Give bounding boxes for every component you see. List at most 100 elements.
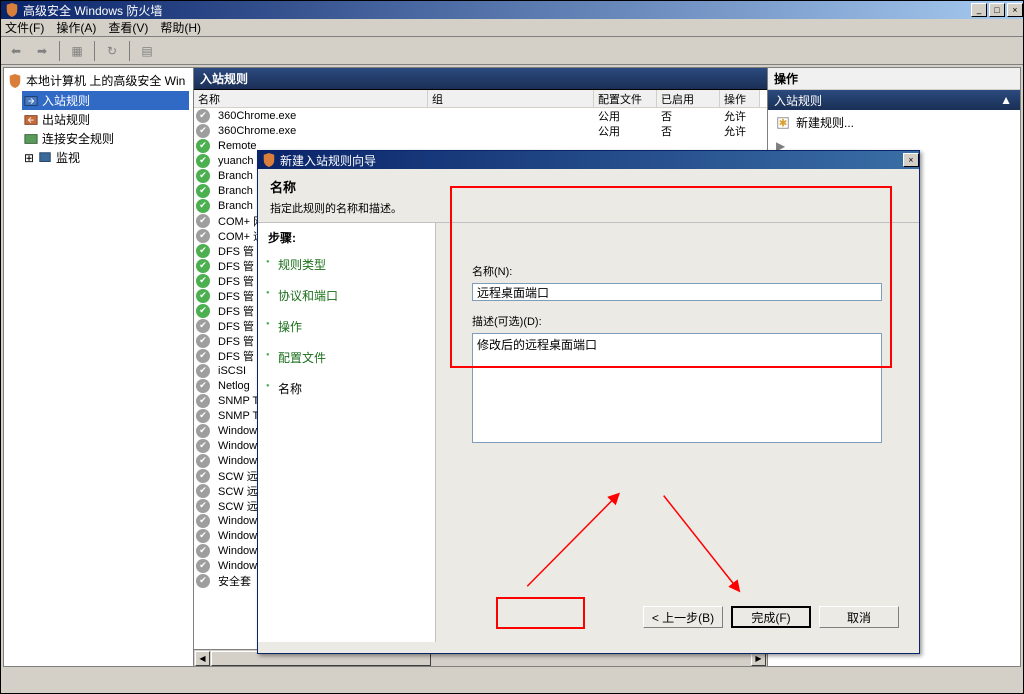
cell-enabled: 否 — [657, 108, 720, 124]
status-icon: ✔ — [196, 379, 210, 393]
status-icon: ✔ — [196, 364, 210, 378]
step-action[interactable]: 操作 — [268, 318, 425, 335]
tree-label: 出站规则 — [42, 111, 90, 128]
status-icon: ✔ — [196, 454, 210, 468]
status-icon: ✔ — [196, 499, 210, 513]
tree-label: 监视 — [56, 149, 80, 166]
col-name[interactable]: 名称 — [194, 90, 428, 107]
step-protocol-port[interactable]: 协议和端口 — [268, 287, 425, 304]
maximize-button[interactable]: □ — [989, 3, 1005, 17]
step-name[interactable]: 名称 — [268, 380, 425, 397]
status-icon: ✔ — [196, 529, 210, 543]
status-icon: ✔ — [196, 319, 210, 333]
wizard-dialog: 新建入站规则向导 × 名称 指定此规则的名称和描述。 步骤: 规则类型 协议和端… — [257, 150, 920, 654]
tree-inbound[interactable]: 入站规则 — [22, 91, 189, 110]
menu-help[interactable]: 帮助(H) — [160, 19, 201, 36]
forward-button[interactable]: ➡ — [31, 40, 53, 62]
close-button[interactable]: × — [1007, 3, 1023, 17]
status-icon: ✔ — [196, 304, 210, 318]
status-icon: ✔ — [196, 514, 210, 528]
separator — [59, 41, 60, 61]
wizard-icon — [262, 153, 276, 167]
col-group[interactable]: 组 — [428, 90, 594, 107]
toolbar-button[interactable]: ▦ — [66, 40, 88, 62]
status-icon: ✔ — [196, 334, 210, 348]
tree-root[interactable]: 本地计算机 上的高级安全 Win — [8, 72, 189, 89]
tree-label: 入站规则 — [42, 92, 90, 109]
status-icon: ✔ — [196, 289, 210, 303]
status-icon: ✔ — [196, 244, 210, 258]
list-header: 入站规则 — [194, 68, 767, 90]
col-profile[interactable]: 配置文件 — [594, 90, 657, 107]
status-icon: ✔ — [196, 169, 210, 183]
scroll-left-icon[interactable]: ◀ — [195, 651, 210, 666]
collapse-icon[interactable]: ▲ — [1000, 93, 1020, 107]
cancel-button[interactable]: 取消 — [819, 606, 899, 628]
cell-name: 360Chrome.exe — [214, 125, 428, 137]
separator — [129, 41, 130, 61]
status-icon: ✔ — [196, 229, 210, 243]
tree-monitor[interactable]: ⊞ 监视 — [22, 148, 189, 167]
status-icon: ✔ — [196, 559, 210, 573]
status-icon: ✔ — [196, 424, 210, 438]
cell-action: 允许 — [720, 108, 760, 124]
tree-outbound[interactable]: 出站规则 — [22, 110, 189, 129]
wizard-close-button[interactable]: × — [903, 153, 919, 167]
back-button[interactable]: < 上一步(B) — [643, 606, 723, 628]
status-icon: ✔ — [196, 574, 210, 588]
refresh-button[interactable]: ↻ — [101, 40, 123, 62]
cell-profile: 公用 — [594, 123, 657, 139]
col-enabled[interactable]: 已启用 — [657, 90, 720, 107]
status-icon: ✔ — [196, 214, 210, 228]
status-icon: ✔ — [196, 139, 210, 153]
status-icon: ✔ — [196, 439, 210, 453]
col-action[interactable]: 操作 — [720, 90, 760, 107]
list-columns: 名称 组 配置文件 已启用 操作 — [194, 90, 767, 108]
expand-icon[interactable]: ⊞ — [24, 151, 34, 165]
cell-action: 允许 — [720, 123, 760, 139]
menu-view[interactable]: 查看(V) — [108, 19, 148, 36]
step-profile[interactable]: 配置文件 — [268, 349, 425, 366]
step-rule-type[interactable]: 规则类型 — [268, 256, 425, 273]
wizard-titlebar: 新建入站规则向导 × — [258, 151, 919, 169]
status-icon: ✔ — [196, 469, 210, 483]
status-icon: ✔ — [196, 259, 210, 273]
window-controls: _ □ × — [969, 3, 1023, 17]
status-icon: ✔ — [196, 394, 210, 408]
tree-children: 入站规则 出站规则 连接安全规则 ⊞ 监视 — [22, 91, 189, 167]
table-row[interactable]: ✔ 360Chrome.exe 公用否允许 — [194, 123, 767, 138]
cell-enabled: 否 — [657, 123, 720, 139]
table-row[interactable]: ✔360Chrome.exe公用否允许 — [194, 108, 767, 123]
wizard-title: 新建入站规则向导 — [280, 152, 376, 169]
status-icon: ✔ — [196, 154, 210, 168]
desc-textarea[interactable] — [472, 333, 882, 443]
finish-button[interactable]: 完成(F) — [731, 606, 811, 628]
steps-pane: 步骤: 规则类型 协议和端口 操作 配置文件 名称 — [258, 223, 436, 642]
minimize-button[interactable]: _ — [971, 3, 987, 17]
actions-title: 操作 — [768, 68, 1020, 90]
menu-file[interactable]: 文件(F) — [5, 19, 44, 36]
status-icon: ✔ — [196, 199, 210, 213]
monitor-icon — [38, 151, 52, 165]
wizard-heading: 名称 — [270, 177, 907, 196]
connsec-icon — [24, 132, 38, 146]
desc-label: 描述(可选)(D): — [472, 313, 883, 329]
form-pane: 名称(N): 描述(可选)(D): < 上一步(B) 完成(F) 取消 — [436, 223, 919, 642]
toolbar-button[interactable]: ▤ — [136, 40, 158, 62]
menu-action[interactable]: 操作(A) — [56, 19, 96, 36]
shield-icon — [8, 74, 22, 88]
name-input[interactable] — [472, 283, 882, 301]
tree-pane: 本地计算机 上的高级安全 Win 入站规则 出站规则 连接安全规则 ⊞ — [4, 68, 194, 666]
tree-connsec[interactable]: 连接安全规则 — [22, 129, 189, 148]
action-new-rule[interactable]: ✱ 新建规则... — [768, 110, 1020, 135]
inbound-icon — [24, 94, 38, 108]
status-icon: ✔ — [196, 409, 210, 423]
status-icon: ✔ — [196, 349, 210, 363]
wizard-header: 名称 指定此规则的名称和描述。 — [258, 169, 919, 222]
status-icon: ✔ — [196, 484, 210, 498]
status-icon: ✔ — [196, 124, 210, 138]
status-icon: ✔ — [196, 184, 210, 198]
name-label: 名称(N): — [472, 263, 883, 279]
app-icon — [5, 3, 19, 17]
back-button[interactable]: ⬅ — [5, 40, 27, 62]
